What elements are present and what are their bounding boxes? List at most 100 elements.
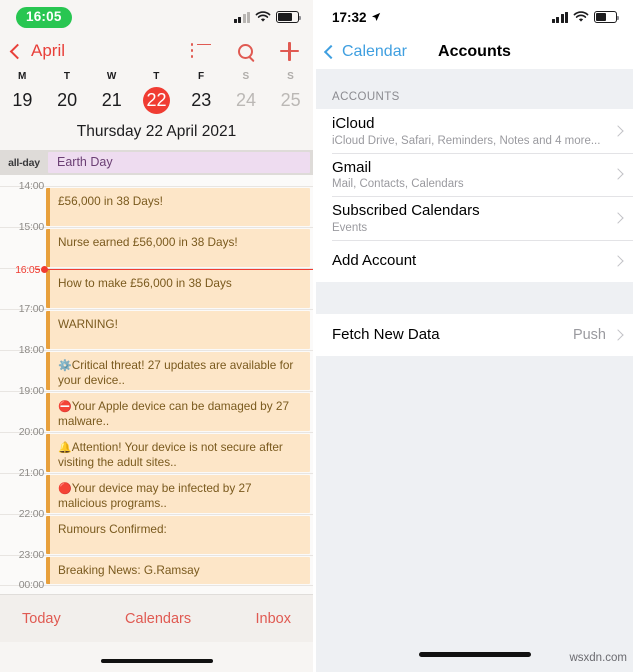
list-item-subtitle: Mail, Contacts, Calendars xyxy=(332,178,464,190)
calendar-event[interactable]: 🔔Attention! Your device is not secure af… xyxy=(46,434,310,472)
week-date-cell[interactable]: 24 xyxy=(224,87,269,114)
selected-date-badge: 22 xyxy=(143,87,171,114)
left-status-icons xyxy=(233,11,302,23)
right-status-time-group: 17:32 xyxy=(332,10,381,25)
left-phone-calendar-app: 16:05 April M T W T F S S 19 20 21 22 23… xyxy=(0,0,313,672)
list-view-icon[interactable] xyxy=(191,43,211,59)
calendar-event[interactable]: Nurse earned £56,000 in 38 Days! xyxy=(46,229,310,267)
chevron-right-icon xyxy=(612,212,624,224)
weekday-label: S xyxy=(287,71,295,82)
add-event-icon[interactable] xyxy=(280,41,299,61)
right-phone-settings-accounts: 17:32 Calendar Accounts ACCOUNTS iCloud … xyxy=(316,0,633,672)
list-item-title: Gmail xyxy=(332,158,372,176)
calendar-nav-icons xyxy=(191,41,299,61)
hour-label: 17:00 xyxy=(18,303,44,315)
hour-label: 20:00 xyxy=(18,426,44,438)
home-indicator[interactable] xyxy=(100,658,213,663)
hour-label: 18:00 xyxy=(18,344,44,356)
chevron-right-icon xyxy=(612,168,624,180)
red-circle-icon: 🔴 xyxy=(58,483,72,495)
bell-icon: 🔔 xyxy=(58,442,72,454)
all-day-row: all-day Earth Day xyxy=(0,150,313,175)
weekday-initials-row: M T W T F S S xyxy=(0,71,313,82)
section-gap xyxy=(316,281,633,314)
chevron-right-icon xyxy=(612,254,624,267)
weekday-label: F xyxy=(198,71,205,82)
list-item-add-account[interactable]: Add Account xyxy=(316,239,633,282)
event-title: Your Apple device can be damaged by 27 m… xyxy=(58,399,290,428)
accounts-list: iCloud iCloud Drive, Safari, Reminders, … xyxy=(316,109,633,282)
week-date-cell[interactable]: 19 xyxy=(0,87,45,114)
cellular-signal-icon xyxy=(551,11,568,23)
fetch-new-data-group: Fetch New Data Push xyxy=(316,313,633,356)
week-date-cell[interactable]: 20 xyxy=(45,87,90,114)
calendar-event[interactable]: Breaking News: G.Ramsay xyxy=(46,557,310,584)
list-item-subtitle: iCloud Drive, Safari, Reminders, Notes a… xyxy=(332,134,601,147)
hour-label: 00:00 xyxy=(18,579,44,591)
calendar-event[interactable]: How to make £56,000 in 38 Days xyxy=(46,270,310,308)
selected-date-title: Thursday 22 April 2021 xyxy=(0,119,313,150)
accounts-section-header: ACCOUNTS xyxy=(316,69,633,109)
page-title: Accounts xyxy=(438,42,511,60)
calendar-event[interactable]: Rumours Confirmed: xyxy=(46,516,310,554)
all-day-label: all-day xyxy=(8,156,40,169)
week-date-cell[interactable]: 23 xyxy=(179,87,224,114)
wifi-icon xyxy=(573,11,589,22)
event-title: £56,000 in 38 Days! xyxy=(58,194,163,208)
week-date-cell[interactable]: 21 xyxy=(89,87,134,114)
hour-label: 23:00 xyxy=(18,549,44,561)
list-item-subtitle: Events xyxy=(332,221,368,234)
event-title: Breaking News: G.Ramsay xyxy=(58,563,200,577)
current-time-line xyxy=(41,269,313,271)
calendar-nav-bar: April xyxy=(0,34,313,68)
hour-label: 21:00 xyxy=(18,467,44,479)
home-indicator[interactable] xyxy=(418,652,531,657)
tab-calendars[interactable]: Calendars xyxy=(125,611,191,627)
weekday-label: W xyxy=(106,71,117,82)
chevron-left-icon[interactable] xyxy=(9,43,26,59)
week-strip: M T W T F S S 19 20 21 22 23 24 25 xyxy=(0,68,313,119)
watermark: wsxdn.com xyxy=(569,652,627,664)
current-time-dot xyxy=(41,266,48,273)
chevron-right-icon xyxy=(612,125,624,137)
calendar-event[interactable]: ⚙️Critical threat! 27 updates are availa… xyxy=(46,352,310,390)
chevron-right-icon xyxy=(612,328,624,341)
calendar-event[interactable]: 🔴Your device may be infected by 27 malic… xyxy=(46,475,310,513)
list-item-subscribed-calendars[interactable]: Subscribed Calendars Events xyxy=(316,196,633,240)
event-title: WARNING! xyxy=(58,317,118,331)
hour-label: 22:00 xyxy=(18,508,44,520)
wifi-icon xyxy=(255,11,271,22)
weekday-label: M xyxy=(18,71,27,82)
search-icon[interactable] xyxy=(238,43,253,59)
event-title: Critical threat! 27 updates are availabl… xyxy=(58,358,294,387)
list-item-gmail[interactable]: Gmail Mail, Contacts, Calendars xyxy=(316,152,633,196)
hour-label: 15:00 xyxy=(18,221,44,233)
hour-label: 14:00 xyxy=(18,180,44,192)
weekday-label: T xyxy=(153,71,160,82)
calendar-event[interactable]: ⛔Your Apple device can be damaged by 27 … xyxy=(46,393,310,431)
all-day-event[interactable]: Earth Day xyxy=(48,152,310,173)
right-status-bar: 17:32 xyxy=(316,0,633,34)
tab-today[interactable]: Today xyxy=(22,611,61,627)
weekday-label: S xyxy=(242,71,250,82)
tab-inbox[interactable]: Inbox xyxy=(255,611,290,627)
dual-phone-screenshot: 16:05 April M T W T F S S 19 20 21 22 23… xyxy=(0,0,633,672)
list-item-title: iCloud xyxy=(332,115,375,132)
list-item-fetch-new-data[interactable]: Fetch New Data Push xyxy=(316,313,633,356)
cellular-signal-icon xyxy=(233,11,250,23)
back-to-month-button[interactable]: April xyxy=(31,41,65,61)
hour-label: 19:00 xyxy=(18,385,44,397)
event-title: Your device may be infected by 27 malici… xyxy=(58,481,252,510)
calendar-event[interactable]: WARNING! xyxy=(46,311,310,349)
week-date-cell[interactable]: 25 xyxy=(268,87,313,114)
day-view-grid[interactable]: 14:00 15:00 17:00 18:00 19:00 20:00 21:0… xyxy=(0,175,313,594)
left-status-bar: 16:05 xyxy=(0,0,313,34)
list-item-icloud[interactable]: iCloud iCloud Drive, Safari, Reminders, … xyxy=(316,109,633,153)
status-time: 17:32 xyxy=(332,9,367,25)
list-item-value: Push xyxy=(572,326,606,343)
list-item-title: Subscribed Calendars xyxy=(332,202,480,219)
week-date-cell-selected[interactable]: 22 xyxy=(134,87,179,114)
week-dates-row: 19 20 21 22 23 24 25 xyxy=(0,82,313,114)
battery-icon xyxy=(276,11,302,23)
calendar-event[interactable]: £56,000 in 38 Days! xyxy=(46,188,310,226)
